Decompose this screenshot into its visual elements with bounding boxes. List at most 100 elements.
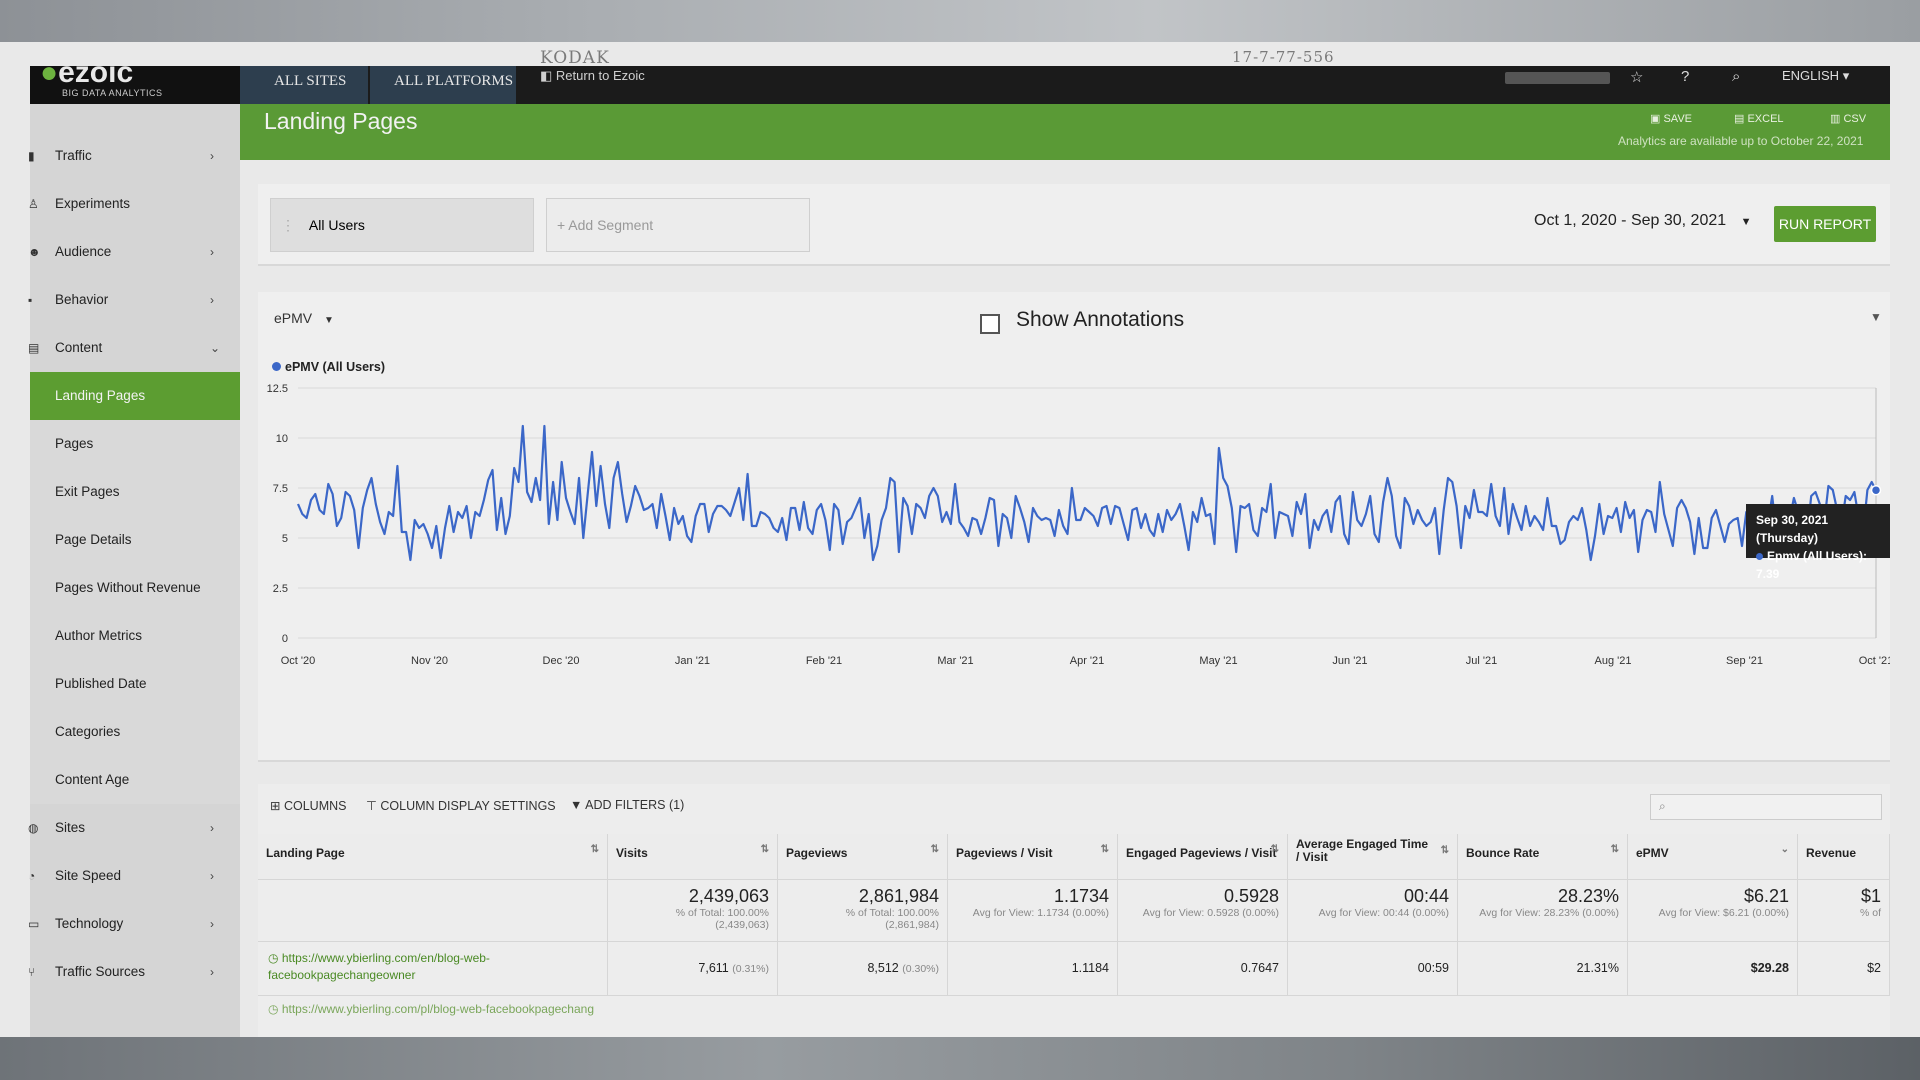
sidebar-subitem-page-details[interactable]: Page Details: [30, 516, 240, 564]
column-header-revenue[interactable]: Revenue: [1798, 834, 1890, 880]
totals-engaged-pageviews: 0.5928 Avg for View: 0.5928 (0.00%): [1118, 880, 1288, 942]
column-header-visits[interactable]: Visits ⇅: [608, 834, 778, 880]
y-tick-label: 10: [276, 433, 288, 445]
sidebar-item-technology[interactable]: ▭ Technology ›: [28, 900, 240, 948]
user-name-blurred[interactable]: [1505, 72, 1610, 84]
sidebar-item-content[interactable]: ▤ Content ⌄: [28, 324, 240, 372]
hover-point: [1870, 484, 1882, 496]
columns-button[interactable]: ⊞ COLUMNS: [270, 798, 346, 813]
row-pageviews: 8,512 (0.30%): [778, 942, 948, 996]
column-header-engaged-pageviews[interactable]: Engaged Pageviews / Visit ⇅: [1118, 834, 1288, 880]
csv-icon: ▥: [1830, 113, 1841, 125]
x-tick-label: Jul '21: [1466, 655, 1497, 667]
save-button[interactable]: ▣ SAVE: [1650, 112, 1692, 125]
sidebar-subitem-pages[interactable]: Pages: [30, 420, 240, 468]
sidebar-subitem-categories[interactable]: Categories: [30, 708, 240, 756]
help-icon[interactable]: ?: [1681, 68, 1689, 85]
column-header-bounce-rate[interactable]: Bounce Rate ⇅: [1458, 834, 1628, 880]
epmv-line-chart[interactable]: 0 2.5 5 7.5 10 12.5 Oct '20 Nov '20 Dec '20 Jan '…: [258, 292, 1890, 762]
sidebar-item-traffic-sources[interactable]: ⑂ Traffic Sources ›: [28, 948, 240, 996]
sort-desc-icon: ⌄: [1780, 844, 1789, 855]
sidebar-item-audience[interactable]: ☻ Audience ›: [28, 228, 240, 276]
film-brand-stamp: KODAK: [540, 48, 610, 68]
sidebar-subitem-exit-pages[interactable]: Exit Pages: [30, 468, 240, 516]
add-filters-button[interactable]: ▼ ADD FILTERS (1): [570, 798, 684, 812]
speed-icon: ◔: [28, 869, 36, 883]
photo-frame-top: [0, 0, 1920, 42]
column-header-landing-page[interactable]: Landing Page ⇅: [258, 834, 608, 880]
logo-subtitle: BIG DATA ANALYTICS: [62, 88, 163, 98]
behavior-icon: ▪: [28, 293, 33, 307]
return-link[interactable]: ◧ Return to Ezoic: [540, 68, 645, 84]
chart-tooltip: Sep 30, 2021 (Thursday) Epmv (All Users)…: [1746, 504, 1890, 581]
sidebar-subitem-author-metrics[interactable]: Author Metrics: [30, 612, 240, 660]
x-tick-label: Oct '21: [1859, 655, 1890, 667]
x-tick-label: Feb '21: [806, 655, 842, 667]
document-icon: ▤: [28, 341, 40, 355]
sidebar-item-behavior[interactable]: ▪ Behavior ›: [28, 276, 240, 324]
excel-export-button[interactable]: ▤ EXCEL: [1734, 112, 1784, 125]
row-pageviews-per-visit: 1.1184: [948, 942, 1118, 996]
sidebar-subitem-landing-pages[interactable]: Landing Pages: [30, 372, 240, 420]
sidebar-subitem-published-date[interactable]: Published Date: [30, 660, 240, 708]
row-revenue: $2: [1798, 942, 1890, 996]
segment-all-users[interactable]: ⋮ All Users: [270, 198, 534, 252]
row-engaged-pageviews: 0.7647: [1118, 942, 1288, 996]
chevron-down-icon: ⌄: [210, 341, 221, 355]
totals-label-cell: [258, 880, 608, 942]
tooltip-dot-icon: [1756, 553, 1763, 560]
sidebar-subitem-pages-without-revenue[interactable]: Pages Without Revenue: [30, 564, 240, 612]
run-report-button[interactable]: RUN REPORT: [1774, 206, 1876, 242]
segment-panel: ⋮ All Users + Add Segment Oct 1, 2020 - …: [258, 184, 1890, 266]
csv-export-button[interactable]: ▥ CSV: [1830, 112, 1866, 125]
column-header-epmv[interactable]: ePMV ⌄: [1628, 834, 1798, 880]
column-header-avg-engaged-time[interactable]: Average Engaged Time / Visit ⇅: [1288, 834, 1458, 880]
logo-area[interactable]: ●ezoic BIG DATA ANALYTICS: [30, 56, 240, 104]
tab-all-platforms[interactable]: ALL PLATFORMS: [370, 66, 516, 104]
page-header: Landing Pages ▣ SAVE ▤ EXCEL ▥ CSV Analy…: [240, 104, 1890, 160]
y-tick-label: 2.5: [273, 583, 288, 595]
x-tick-label: Oct '20: [281, 655, 316, 667]
sort-icon: ⇅: [1100, 844, 1109, 855]
settings-icon: ⊤: [366, 799, 377, 813]
column-header-pageviews-per-visit[interactable]: Pageviews / Visit ⇅: [948, 834, 1118, 880]
sidebar-item-experiments[interactable]: ♙ Experiments: [28, 180, 240, 228]
search-icon[interactable]: ⌕: [1732, 68, 1740, 85]
landing-page-link-2[interactable]: ◷ https://www.ybierling.com/pl/blog-web-…: [268, 1002, 594, 1016]
chevron-right-icon: ›: [210, 965, 214, 979]
chevron-right-icon: ›: [210, 149, 214, 163]
table-search-input[interactable]: ⌕: [1650, 794, 1882, 820]
date-range-picker[interactable]: Oct 1, 2020 - Sep 30, 2021 ▼: [1534, 212, 1751, 230]
column-header-pageviews[interactable]: Pageviews ⇅: [778, 834, 948, 880]
add-segment-button[interactable]: + Add Segment: [546, 198, 810, 252]
totals-engaged-time: 00:44 Avg for View: 00:44 (0.00%): [1288, 880, 1458, 942]
tab-all-sites[interactable]: ALL SITES: [240, 66, 368, 104]
save-icon: ▣: [1650, 113, 1661, 125]
star-icon[interactable]: ☆: [1630, 68, 1643, 86]
table-row-landing-page[interactable]: ◷ https://www.ybierling.com/en/blog-web-…: [258, 942, 608, 996]
film-code-stamp: 17-7-77-556: [1232, 48, 1335, 66]
drag-handle-icon[interactable]: ⋮: [281, 217, 295, 233]
language-select[interactable]: ENGLISH ▾: [1782, 68, 1849, 84]
landing-page-link[interactable]: ◷ https://www.ybierling.com/en/blog-web-…: [258, 942, 608, 984]
traffic-icon: ▮: [28, 149, 35, 163]
chevron-right-icon: ›: [210, 821, 214, 835]
columns-icon: ⊞: [270, 799, 281, 813]
chevron-right-icon: ›: [210, 245, 214, 259]
users-icon: ☻: [28, 245, 41, 259]
series-line-epmv: [296, 424, 1877, 562]
column-display-settings-button[interactable]: ⊤ COLUMN DISPLAY SETTINGS: [366, 798, 556, 813]
sort-icon: ⇅: [1270, 844, 1279, 855]
caret-down-icon: ▼: [1740, 216, 1752, 228]
globe-icon: ◍: [28, 821, 39, 835]
sidebar-item-sites[interactable]: ◍ Sites ›: [28, 804, 240, 852]
totals-revenue: $1% of: [1798, 880, 1890, 942]
sidebar-subitem-content-age[interactable]: Content Age: [30, 756, 240, 804]
sidebar-item-site-speed[interactable]: ◔ Site Speed ›: [28, 852, 240, 900]
sidebar-item-traffic[interactable]: ▮ Traffic ›: [28, 132, 240, 180]
sort-icon: ⇅: [760, 844, 769, 855]
sidebar: ▮ Traffic › ♙ Experiments ☻ Audience › ▪…: [28, 104, 240, 1037]
row-visits: 7,611 (0.31%): [608, 942, 778, 996]
sort-icon: ⇅: [590, 844, 599, 855]
row-bounce-rate: 21.31%: [1458, 942, 1628, 996]
